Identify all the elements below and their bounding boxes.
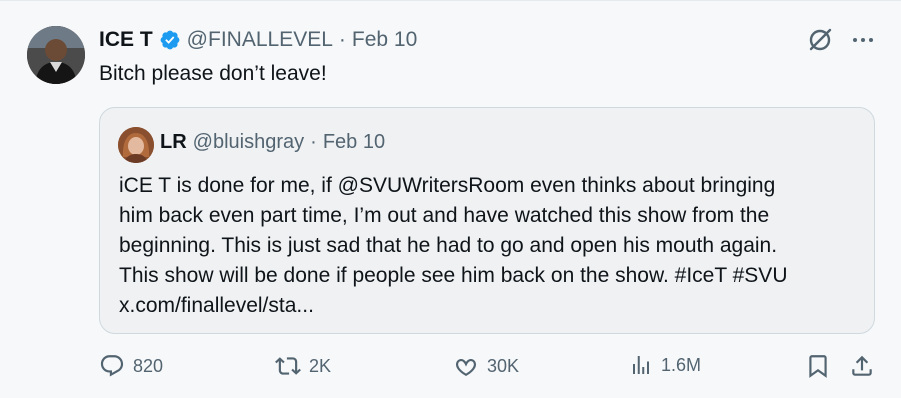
view-count: 1.6M	[661, 354, 702, 375]
views-chart-icon	[633, 356, 649, 374]
quoted-avatar-photo-icon	[118, 127, 154, 163]
share-button[interactable]	[849, 353, 875, 379]
tweet-text: Bitch please don’t leave!	[99, 62, 327, 85]
retweet-icon	[275, 357, 301, 375]
author-display-name[interactable]: ICE T	[99, 28, 153, 52]
quoted-author-avatar[interactable]	[118, 127, 154, 163]
reply-count: 820	[133, 355, 164, 376]
verified-badge-icon	[159, 29, 181, 51]
tweet-top-actions	[807, 27, 875, 53]
tweet-card: ICE T @FINALLEVEL · Feb 10 Bitch please	[0, 0, 901, 398]
quoted-text-line: iCE T is done for me, if @SVUWritersRoom…	[119, 174, 776, 197]
heart-icon	[455, 358, 477, 377]
quoted-text-line: This show will be done if people see him…	[119, 264, 788, 287]
quoted-handle[interactable]: @bluishgray	[193, 131, 304, 154]
bookmark-icon	[809, 355, 827, 378]
share-icon	[852, 355, 872, 376]
retweet-button[interactable]: 2K	[275, 353, 331, 379]
quoted-text-line: beginning. This is just sad that he had …	[119, 234, 778, 257]
like-count: 30K	[487, 355, 520, 376]
quoted-display-name[interactable]: LR	[160, 131, 187, 154]
quoted-link[interactable]: x.com/finallevel/sta...	[119, 291, 864, 321]
tweet-header: ICE T @FINALLEVEL · Feb 10	[99, 26, 417, 54]
author-handle[interactable]: @FINALLEVEL	[187, 28, 333, 52]
quoted-date[interactable]: Feb 10	[323, 131, 385, 154]
bookmark-button[interactable]	[805, 353, 831, 379]
more-options-icon[interactable]	[851, 28, 875, 52]
avatar-photo-icon	[27, 26, 85, 84]
author-avatar[interactable]	[27, 26, 85, 84]
reply-icon	[100, 355, 124, 377]
separator-dot: ·	[338, 28, 346, 51]
quoted-text-line: him back even part time, I’m out and hav…	[119, 204, 770, 227]
quoted-tweet[interactable]: LR @bluishgray · Feb 10 iCE T is done fo…	[99, 107, 875, 334]
grok-icon[interactable]	[807, 27, 833, 53]
views-button[interactable]: 1.6M	[629, 353, 701, 377]
tweet-date[interactable]: Feb 10	[352, 28, 417, 52]
retweet-count: 2K	[309, 355, 332, 376]
action-bar: 820 2K 30K 1.6M	[99, 353, 875, 385]
like-button[interactable]: 30K	[453, 353, 519, 379]
quoted-text: iCE T is done for me, if @SVUWritersRoom…	[119, 171, 864, 321]
reply-button[interactable]: 820	[99, 353, 163, 379]
separator-dot: ·	[310, 131, 317, 153]
quoted-header: LR @bluishgray · Feb 10	[160, 131, 385, 154]
